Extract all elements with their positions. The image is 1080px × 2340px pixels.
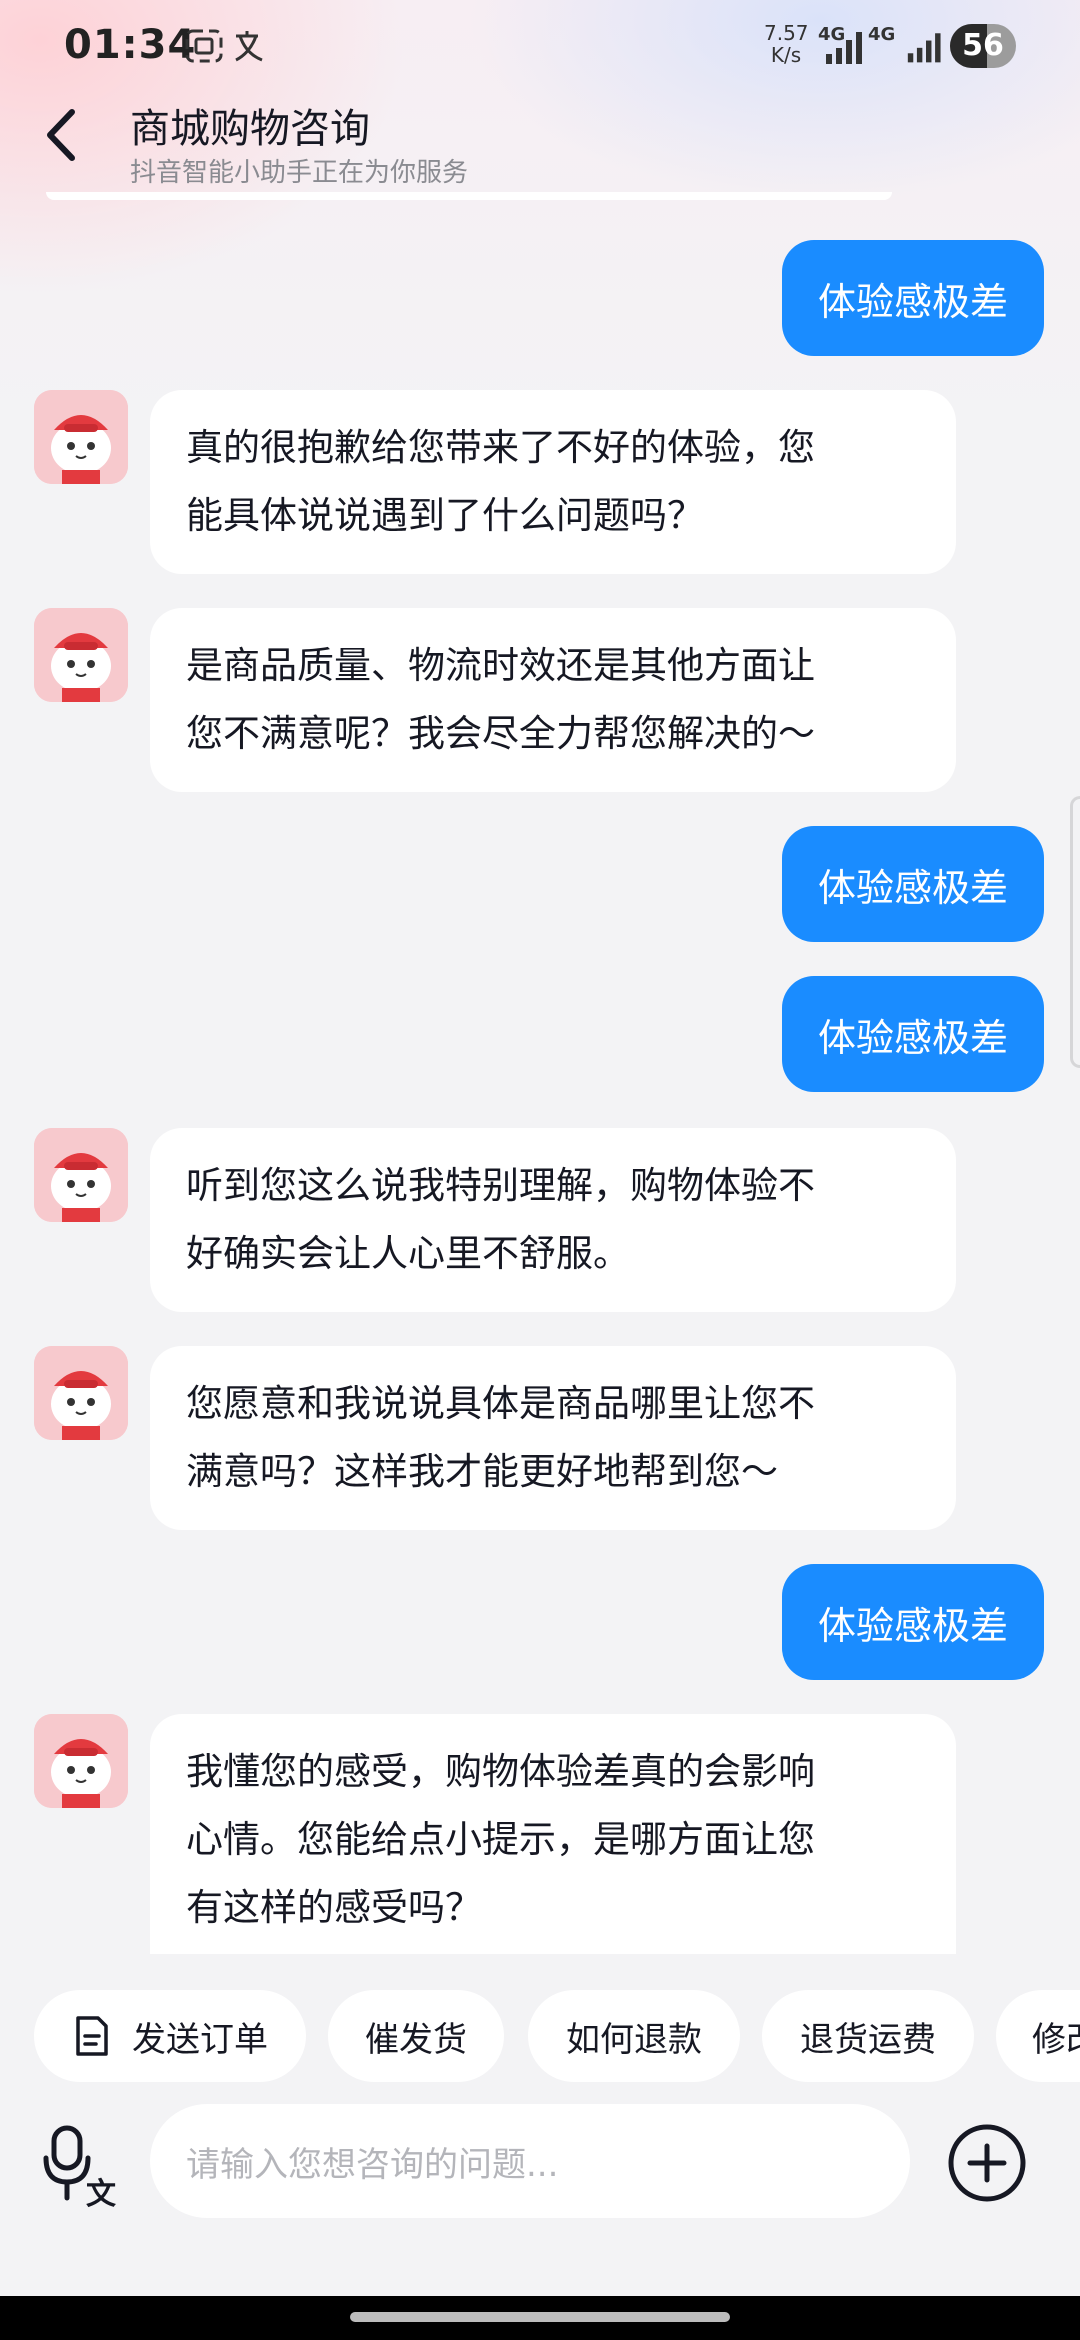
user-message-text: 体验感极差 [817, 865, 1008, 910]
translate-icon [235, 31, 263, 62]
chip-label: 发送订单 [132, 2019, 268, 2060]
input-placeholder: 请输入您想咨询的问题... [186, 2144, 559, 2185]
signal-icon [826, 32, 862, 64]
bot-message-line: 好确实会让人心里不舒服。 [186, 1232, 630, 1275]
screen-capture-icon [185, 29, 223, 63]
chip-return-shipping[interactable]: 退货运费 [762, 1990, 974, 2082]
navigation-bar [0, 2296, 1080, 2340]
bot-message-line: 心情。您能给点小提示，是哪方面让您 [186, 1818, 815, 1861]
bot-avatar[interactable] [34, 1128, 128, 1222]
chip-label: 修改 [1032, 2019, 1080, 2060]
signal-icon-2 [907, 33, 941, 63]
bot-message-line: 能具体说说遇到了什么问题吗？ [186, 494, 704, 537]
quick-actions-bar: 发送订单 催发货 如何退款 退货运费 修改 [0, 1990, 1080, 2084]
user-message-text: 体验感极差 [817, 1603, 1008, 1648]
voice-to-text-icon[interactable]: 文 [40, 2124, 124, 2208]
cat-mascot-icon [34, 608, 128, 702]
bot-message[interactable]: 是商品质量、物流时效还是其他方面让 您不满意呢？我会尽全力帮您解决的～ [150, 608, 956, 792]
user-message[interactable]: 体验感极差 [781, 976, 1044, 1092]
plus-icon[interactable] [946, 2122, 1028, 2204]
bot-message[interactable]: 真的很抱歉给您带来了不好的体验，您 能具体说说遇到了什么问题吗？ [150, 390, 956, 574]
bot-message[interactable]: 我懂您的感受，购物体验差真的会影响 心情。您能给点小提示，是哪方面让您 有这样的… [150, 1714, 956, 1954]
chip-label: 如何退款 [566, 2019, 702, 2060]
network-speed-unit: K/s [770, 43, 802, 67]
chip-modify[interactable]: 修改 [996, 1990, 1080, 2082]
chip-urge-shipping[interactable]: 催发货 [328, 1990, 504, 2082]
bot-message-line: 是商品质量、物流时效还是其他方面让 [186, 644, 815, 687]
bot-message-line: 我懂您的感受，购物体验差真的会影响 [186, 1750, 815, 1793]
side-panel-handle[interactable] [1070, 796, 1080, 1068]
back-arrow-icon[interactable] [40, 100, 90, 170]
status-bar: 01:34 7.57 K/s 4G 4G 56 [0, 0, 1080, 96]
bot-message-line: 您愿意和我说说具体是商品哪里让您不 [186, 1382, 815, 1425]
chip-send-order[interactable]: 发送订单 [34, 1990, 306, 2082]
cat-mascot-icon [34, 1128, 128, 1222]
page-title: 商城购物咨询 [130, 106, 370, 152]
bot-message-line: 满意吗？这样我才能更好地帮到您～ [186, 1450, 778, 1493]
bot-message-line: 真的很抱歉给您带来了不好的体验，您 [186, 426, 815, 469]
user-message[interactable]: 体验感极差 [781, 240, 1044, 356]
bot-avatar[interactable] [34, 608, 128, 702]
user-message[interactable]: 体验感极差 [781, 1564, 1044, 1680]
bot-message[interactable]: 听到您这么说我特别理解，购物体验不 好确实会让人心里不舒服。 [150, 1128, 956, 1312]
network-type-2: 4G [868, 24, 896, 45]
network-speed-value: 7.57 [764, 21, 809, 45]
battery-icon: 56 [950, 24, 1016, 68]
page-subtitle: 抖音智能小助手正在为你服务 [130, 158, 469, 188]
user-message-text: 体验感极差 [817, 279, 1008, 324]
cat-mascot-icon [34, 390, 128, 484]
cat-mascot-icon [34, 1346, 128, 1440]
user-message[interactable]: 体验感极差 [781, 826, 1044, 942]
bot-avatar[interactable] [34, 1714, 128, 1808]
bot-message-line: 听到您这么说我特别理解，购物体验不 [186, 1164, 815, 1207]
chip-label: 退货运费 [800, 2019, 936, 2060]
chip-how-to-refund[interactable]: 如何退款 [528, 1990, 740, 2082]
status-time: 01:34 [64, 22, 197, 68]
chip-label: 催发货 [365, 2019, 467, 2060]
bot-message-line: 有这样的感受吗？ [186, 1886, 482, 1929]
network-speed: 7.57 K/s [764, 21, 809, 67]
battery-level: 56 [962, 28, 1004, 63]
cat-mascot-icon [34, 1714, 128, 1808]
bot-message-line: 您不满意呢？我会尽全力帮您解决的～ [186, 712, 815, 755]
document-icon [76, 2016, 108, 2056]
user-message-text: 体验感极差 [817, 1015, 1008, 1060]
home-indicator[interactable] [350, 2312, 730, 2322]
bot-message[interactable]: 您愿意和我说说具体是商品哪里让您不 满意吗？这样我才能更好地帮到您～ [150, 1346, 956, 1530]
svg-text:文: 文 [86, 2177, 116, 2208]
bot-avatar[interactable] [34, 1346, 128, 1440]
bot-avatar[interactable] [34, 390, 128, 484]
header-divider [46, 192, 892, 200]
message-input[interactable]: 请输入您想咨询的问题... [150, 2104, 910, 2218]
